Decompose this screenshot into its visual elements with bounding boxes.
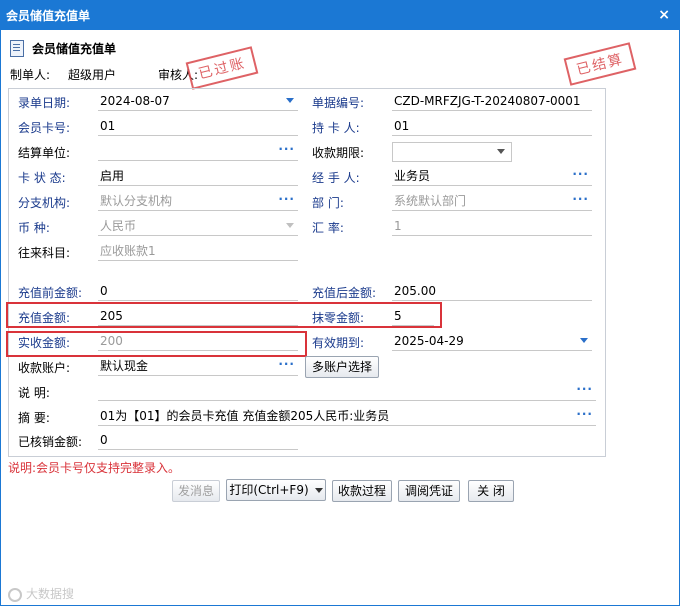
subject-field[interactable]: 应收账款1 bbox=[98, 242, 298, 261]
document-icon bbox=[10, 40, 24, 57]
holder-field[interactable]: 01 bbox=[392, 117, 592, 136]
branch-label: 分支机构: bbox=[18, 196, 71, 210]
holder-value: 01 bbox=[394, 119, 410, 133]
summary-field[interactable]: 01为【01】的会员卡充值 充值金额205人民币:业务员 ··· bbox=[98, 407, 596, 426]
entry-date-label: 录单日期: bbox=[18, 96, 71, 110]
dropdown-icon[interactable] bbox=[580, 338, 588, 343]
doc-no-field[interactable]: CZD-MRFZJG-T-20240807-0001 bbox=[392, 92, 592, 111]
recharge-amount-label: 充值金额: bbox=[18, 311, 71, 325]
pay-term-select[interactable] bbox=[392, 142, 512, 162]
written-off-label: 已核销金额: bbox=[18, 435, 83, 449]
send-message-button[interactable]: 发消息 bbox=[172, 480, 220, 502]
discount-amount-value: 5 bbox=[394, 309, 402, 323]
ellipsis-icon[interactable]: ··· bbox=[278, 142, 295, 158]
department-value: 系统默认部门 bbox=[394, 194, 467, 208]
after-amount-value: 205.00 bbox=[394, 284, 436, 298]
account-label: 收款账户: bbox=[18, 361, 71, 375]
account-field[interactable]: 默认现金 ··· bbox=[98, 357, 298, 376]
rate-field[interactable]: 1 bbox=[392, 217, 592, 236]
rate-label: 汇 率: bbox=[312, 221, 344, 235]
watermark-icon bbox=[8, 587, 22, 602]
valid-until-value: 2025-04-29 bbox=[394, 334, 464, 348]
received-amount-value: 200 bbox=[100, 334, 123, 348]
before-amount-value: 0 bbox=[100, 284, 108, 298]
department-label: 部 门: bbox=[312, 196, 344, 210]
branch-value: 默认分支机构 bbox=[100, 194, 173, 208]
received-amount-field: 200 bbox=[98, 332, 298, 351]
form-note: 说明:会员卡号仅支持完整录入。 bbox=[8, 461, 181, 475]
account-value: 默认现金 bbox=[100, 359, 149, 373]
settle-unit-field[interactable]: ··· bbox=[98, 142, 298, 161]
entry-date-value: 2024-08-07 bbox=[100, 94, 170, 108]
currency-value: 人民币 bbox=[100, 219, 137, 233]
handler-value: 业务员 bbox=[394, 169, 431, 183]
currency-select[interactable]: 人民币 bbox=[98, 217, 298, 236]
pay-term-label: 收款期限: bbox=[312, 146, 365, 160]
valid-until-field[interactable]: 2025-04-29 bbox=[392, 332, 592, 351]
subject-value: 应收账款1 bbox=[100, 244, 156, 258]
after-amount-field: 205.00 bbox=[392, 282, 592, 301]
view-voucher-button[interactable]: 调阅凭证 bbox=[398, 480, 460, 502]
doc-no-label: 单据编号: bbox=[312, 96, 365, 110]
card-no-label: 会员卡号: bbox=[18, 121, 71, 135]
close-button[interactable]: 关 闭 bbox=[468, 480, 514, 502]
handler-field[interactable]: 业务员 ··· bbox=[392, 167, 592, 186]
ellipsis-icon[interactable]: ··· bbox=[576, 382, 593, 398]
dropdown-icon[interactable] bbox=[497, 149, 505, 154]
department-field[interactable]: 系统默认部门 ··· bbox=[392, 192, 592, 211]
collection-process-button[interactable]: 收款过程 bbox=[332, 480, 392, 502]
description-value bbox=[98, 384, 100, 398]
description-label: 说 明: bbox=[18, 386, 50, 400]
print-label: 打印(Ctrl+F9) bbox=[229, 483, 309, 497]
ellipsis-icon[interactable]: ··· bbox=[278, 192, 295, 208]
form-title: 会员储值充值单 bbox=[32, 42, 117, 56]
summary-label: 摘 要: bbox=[18, 411, 50, 425]
doc-no-value: CZD-MRFZJG-T-20240807-0001 bbox=[394, 94, 581, 108]
written-off-field: 0 bbox=[98, 431, 298, 450]
dropdown-icon[interactable] bbox=[286, 223, 294, 228]
dropdown-icon[interactable] bbox=[314, 488, 323, 493]
ellipsis-icon[interactable]: ··· bbox=[576, 407, 593, 423]
entry-date-field[interactable]: 2024-08-07 bbox=[98, 92, 298, 111]
settle-unit-label: 结算单位: bbox=[18, 146, 71, 160]
print-button[interactable]: 打印(Ctrl+F9) bbox=[226, 479, 326, 501]
holder-label: 持 卡 人: bbox=[312, 121, 360, 135]
handler-label: 经 手 人: bbox=[312, 171, 360, 185]
card-status-label: 卡 状 态: bbox=[18, 171, 66, 185]
recharge-amount-value: 205 bbox=[100, 309, 123, 323]
card-status-field: 启用 bbox=[98, 167, 298, 186]
after-amount-label: 充值后金额: bbox=[312, 286, 377, 300]
window-title: 会员储值充值单 bbox=[6, 9, 91, 23]
ellipsis-icon[interactable]: ··· bbox=[278, 357, 295, 373]
recharge-amount-field[interactable]: 205 bbox=[98, 307, 298, 326]
settle-unit-value bbox=[98, 144, 100, 158]
discount-amount-field[interactable]: 5 bbox=[392, 307, 434, 326]
close-icon[interactable]: × bbox=[658, 7, 670, 23]
currency-label: 币 种: bbox=[18, 221, 50, 235]
received-amount-label: 实收金额: bbox=[18, 336, 71, 350]
description-field[interactable]: ··· bbox=[98, 382, 596, 401]
multi-account-button[interactable]: 多账户选择 bbox=[305, 356, 379, 378]
valid-until-label: 有效期到: bbox=[312, 336, 365, 350]
discount-amount-label: 抹零金额: bbox=[312, 311, 365, 325]
card-no-value: 01 bbox=[100, 119, 116, 133]
card-status-value: 启用 bbox=[100, 169, 125, 183]
watermark-text: 大数据搜 bbox=[26, 587, 75, 601]
before-amount-label: 充值前金额: bbox=[18, 286, 83, 300]
rate-value: 1 bbox=[394, 219, 402, 233]
maker-label: 制单人: bbox=[10, 68, 51, 82]
card-no-field[interactable]: 01 bbox=[98, 117, 298, 136]
watermark: 大数据搜 bbox=[8, 585, 74, 602]
written-off-value: 0 bbox=[100, 433, 108, 447]
ellipsis-icon[interactable]: ··· bbox=[572, 192, 589, 208]
branch-field[interactable]: 默认分支机构 ··· bbox=[98, 192, 298, 211]
subject-label: 往来科目: bbox=[18, 246, 71, 260]
summary-value: 01为【01】的会员卡充值 充值金额205人民币:业务员 bbox=[100, 409, 390, 423]
ellipsis-icon[interactable]: ··· bbox=[572, 167, 589, 183]
window-titlebar: 会员储值充值单 × bbox=[0, 0, 680, 30]
before-amount-field: 0 bbox=[98, 282, 298, 301]
dropdown-icon[interactable] bbox=[286, 98, 294, 103]
maker-value: 超级用户 bbox=[68, 68, 117, 82]
